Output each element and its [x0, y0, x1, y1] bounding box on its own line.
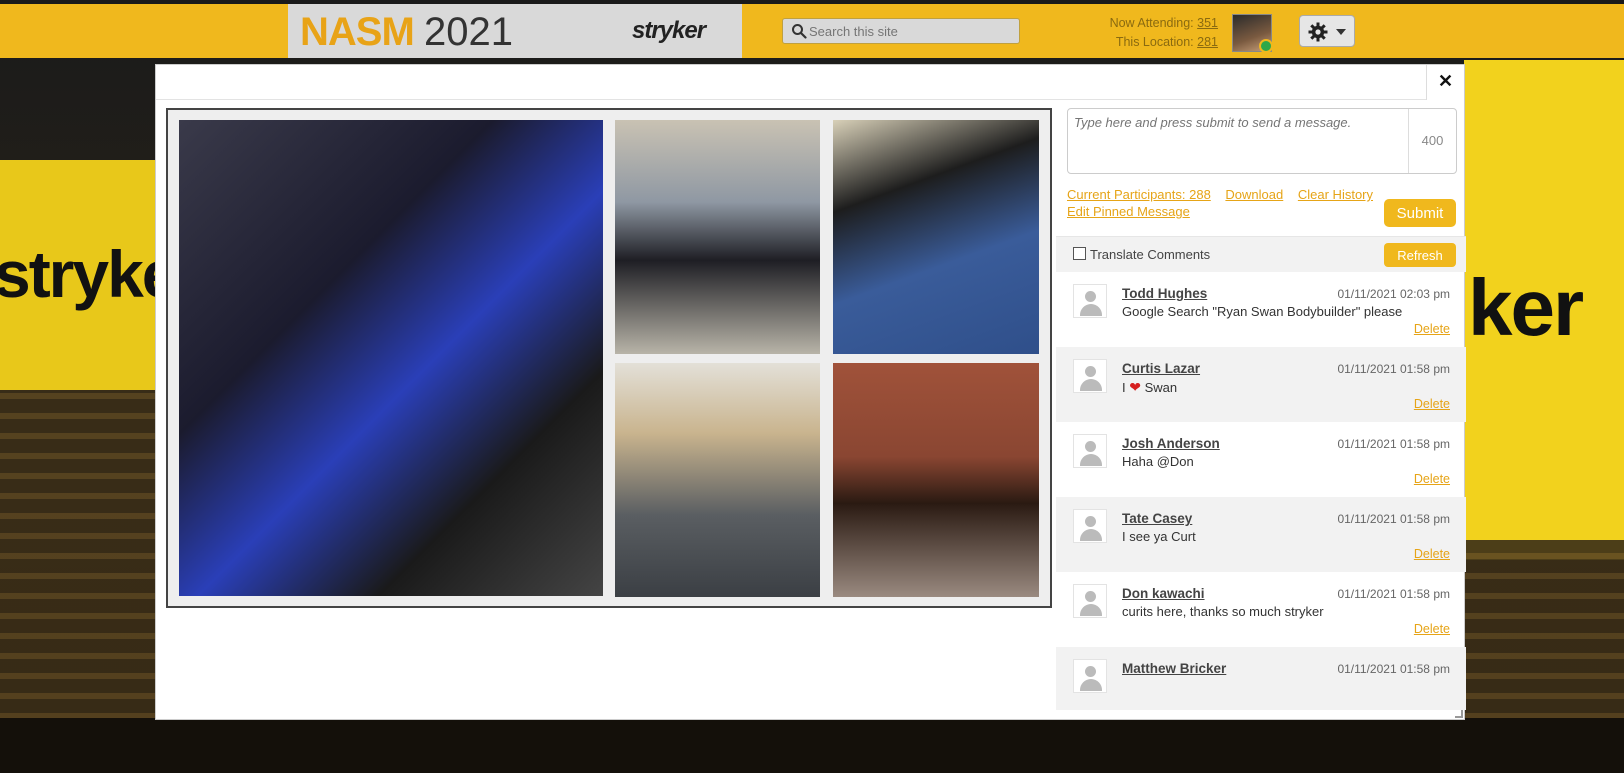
user-placeholder-icon	[1073, 284, 1107, 318]
refresh-button[interactable]: Refresh	[1384, 243, 1456, 267]
chat-panel: 400 Current Participants: 288 Download C…	[1056, 108, 1466, 710]
char-counter: 400	[1408, 109, 1456, 173]
comment-time: 01/11/2021 02:03 pm	[1337, 287, 1450, 301]
comment-item: Todd Hughes 01/11/2021 02:03 pm Google S…	[1056, 272, 1466, 347]
gear-icon	[1308, 22, 1328, 42]
comment-item: Josh Anderson 01/11/2021 01:58 pm Haha @…	[1056, 422, 1466, 497]
online-check-icon	[1259, 39, 1273, 53]
comment-time: 01/11/2021 01:58 pm	[1337, 587, 1450, 601]
resize-handle[interactable]	[1455, 710, 1463, 718]
translate-label: Translate Comments	[1090, 247, 1211, 262]
sponsor-logo: stryker	[632, 17, 706, 44]
media-chat-modal: ✕ 400 Current Participants: 288 Download…	[155, 64, 1466, 720]
logo-nasm: NASM	[300, 10, 415, 54]
user-avatar[interactable]	[1232, 14, 1273, 53]
comment-text: I see ya Curt	[1122, 529, 1196, 544]
comment-text-before: I	[1122, 380, 1126, 395]
photo-man-flexing	[833, 120, 1039, 354]
comment-text: Google Search "Ryan Swan Bodybuilder" pl…	[1122, 304, 1403, 319]
user-placeholder-icon	[1073, 584, 1107, 618]
comment-author[interactable]: Josh Anderson	[1122, 436, 1220, 451]
comment-author[interactable]: Don kawachi	[1122, 586, 1205, 601]
download-link[interactable]: Download	[1225, 187, 1283, 202]
comment-time: 01/11/2021 01:58 pm	[1337, 362, 1450, 376]
background-brand-left: stryke	[0, 237, 178, 311]
search-input[interactable]	[809, 22, 1014, 40]
photo-couple-flexing	[179, 120, 603, 596]
user-placeholder-icon	[1073, 509, 1107, 543]
floor	[0, 718, 1624, 773]
delete-link[interactable]: Delete	[1414, 622, 1450, 636]
comment-text: I ❤ Swan	[1122, 379, 1177, 396]
this-location-row: This Location: 281	[1080, 33, 1218, 52]
site-search	[782, 18, 1020, 44]
delete-link[interactable]: Delete	[1414, 547, 1450, 561]
now-attending-row: Now Attending: 351	[1080, 14, 1218, 33]
comment-author[interactable]: Todd Hughes	[1122, 286, 1207, 301]
logo-year: 2021	[424, 10, 513, 54]
chat-links: Current Participants: 288 Download Clear…	[1067, 186, 1387, 220]
comment-list[interactable]: Todd Hughes 01/11/2021 02:03 pm Google S…	[1056, 272, 1466, 710]
event-logo[interactable]: NASM 2021 stryker	[288, 4, 742, 58]
search-icon	[792, 24, 807, 39]
comment-item: Don kawachi 01/11/2021 01:58 pm curits h…	[1056, 572, 1466, 647]
photo-three-men	[615, 120, 820, 354]
message-input[interactable]	[1074, 115, 1394, 167]
participants-link[interactable]: Current Participants: 288	[1067, 187, 1211, 202]
delete-link[interactable]: Delete	[1414, 322, 1450, 336]
edit-pinned-link[interactable]: Edit Pinned Message	[1067, 204, 1190, 219]
comment-item: Tate Casey 01/11/2021 01:58 pm I see ya …	[1056, 497, 1466, 572]
delete-link[interactable]: Delete	[1414, 472, 1450, 486]
comment-time: 01/11/2021 01:58 pm	[1337, 437, 1450, 451]
comment-time: 01/11/2021 01:58 pm	[1337, 512, 1450, 526]
close-button[interactable]: ✕	[1426, 65, 1464, 100]
translate-row: Translate Comments Refresh	[1056, 236, 1466, 272]
settings-menu-button[interactable]	[1299, 15, 1355, 47]
this-location-label: This Location:	[1115, 35, 1194, 49]
chevron-down-icon	[1336, 29, 1346, 35]
this-location-link[interactable]: 281	[1197, 35, 1218, 49]
comment-item: Curtis Lazar 01/11/2021 01:58 pm I ❤ Swa…	[1056, 347, 1466, 422]
heart-icon: ❤	[1129, 379, 1141, 395]
photo-dog	[833, 363, 1039, 597]
background-brand-right: ker	[1468, 263, 1584, 352]
submit-button[interactable]: Submit	[1384, 199, 1456, 227]
photo-man-raised-fist	[615, 363, 820, 597]
translate-checkbox[interactable]	[1073, 247, 1086, 260]
comment-author[interactable]: Tate Casey	[1122, 511, 1192, 526]
comment-text-after: Swan	[1144, 380, 1178, 395]
now-attending-link[interactable]: 351	[1197, 16, 1218, 30]
attendance-stats: Now Attending: 351 This Location: 281	[1080, 14, 1218, 52]
comment-author[interactable]: Curtis Lazar	[1122, 361, 1200, 376]
user-placeholder-icon	[1073, 359, 1107, 393]
seats-left	[0, 390, 160, 773]
delete-link[interactable]: Delete	[1414, 397, 1450, 411]
top-bar: NASM 2021 stryker Now Attending: 351 Thi…	[0, 4, 1624, 58]
photo-collage	[166, 108, 1052, 608]
comment-author[interactable]: Matthew Bricker	[1122, 661, 1226, 676]
comment-item: Matthew Bricker 01/11/2021 01:58 pm	[1056, 647, 1466, 710]
modal-header: ✕	[156, 65, 1464, 100]
user-placeholder-icon	[1073, 659, 1107, 693]
now-attending-label: Now Attending:	[1109, 16, 1194, 30]
comment-time: 01/11/2021 01:58 pm	[1337, 662, 1450, 676]
comment-text: curits here, thanks so much stryker	[1122, 604, 1324, 619]
comment-text: Haha @Don	[1122, 454, 1194, 469]
message-box: 400	[1067, 108, 1457, 174]
clear-history-link[interactable]: Clear History	[1298, 187, 1373, 202]
user-placeholder-icon	[1073, 434, 1107, 468]
